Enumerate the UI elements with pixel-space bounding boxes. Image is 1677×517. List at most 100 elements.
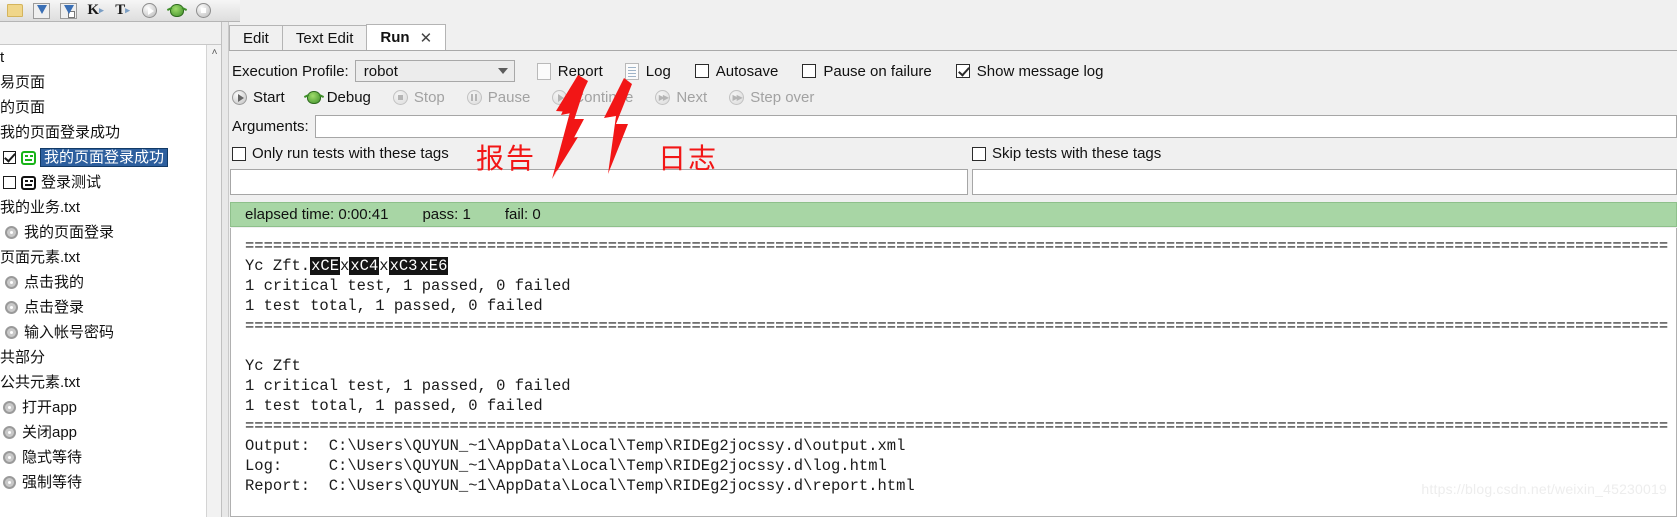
show-message-log-checkbox[interactable] <box>955 64 970 78</box>
test-checkbox[interactable] <box>3 151 16 164</box>
chevron-down-icon <box>497 68 508 74</box>
tree-item-label: 易页面 <box>0 74 46 91</box>
execution-profile-row: Execution Profile: robot Report Log Auto… <box>229 58 1677 84</box>
search-tag-icon[interactable]: T ▸ <box>110 1 135 20</box>
tree-item-label: 登录测试 <box>41 174 102 191</box>
tree-item-keyword[interactable]: 点击登录 <box>0 295 206 320</box>
execution-profile-label: Execution Profile: <box>232 62 349 80</box>
garbled-token: xC4 <box>349 257 380 275</box>
ride-run-window: K ▸ T ▸ t 易页面 的页面 我的页面登录成功 我的页面登录成功 登录测试… <box>0 0 1677 517</box>
play-circle-icon <box>232 90 247 105</box>
tree-item-label: 点击我的 <box>24 274 85 291</box>
tags-row: Only run tests with these tags Skip test… <box>229 140 1677 167</box>
scroll-up-icon[interactable]: ˄ <box>207 45 221 60</box>
tab-run[interactable]: Run ✕ <box>366 24 447 50</box>
gear-icon <box>3 476 16 489</box>
tree-item-label: 我的页面登录成功 <box>0 124 121 141</box>
tree-item[interactable]: 的页面 <box>0 95 206 120</box>
tree-item-keyword[interactable]: 强制等待 <box>0 470 206 495</box>
garbled-token: xE6 <box>418 257 449 275</box>
log-label: Log <box>645 62 671 80</box>
autosave-checkbox-item[interactable]: Autosave <box>694 63 778 80</box>
tree-item-label: 共部分 <box>0 349 46 366</box>
tree-item-selected-test[interactable]: 我的页面登录成功 <box>0 145 206 170</box>
tree-item-label: 的页面 <box>0 99 46 116</box>
start-icon[interactable] <box>137 1 162 20</box>
tree-item-keyword[interactable]: 打开app <box>0 395 206 420</box>
panel-gutter <box>222 22 229 517</box>
tag-fields-row <box>230 167 1677 197</box>
pause-circle-icon <box>466 90 482 105</box>
tree-item-label: 强制等待 <box>22 474 83 491</box>
editor-tabbar: Edit Text Edit Run ✕ <box>229 24 1677 51</box>
tree-item-label: t <box>0 49 5 66</box>
execution-profile-value: robot <box>363 62 398 80</box>
tree-item-label: 关闭app <box>22 424 78 441</box>
sidebar-scrollbar[interactable]: ˄ <box>206 45 221 517</box>
console-line-output-path: Output: C:\Users\QUYUN_~1\AppData\Local\… <box>245 437 906 455</box>
save-all-icon[interactable] <box>56 1 81 20</box>
tree-item-keyword[interactable]: 输入帐号密码 <box>0 320 206 345</box>
skip-tags-input[interactable] <box>972 169 1677 195</box>
tree-item[interactable]: 易页面 <box>0 70 206 95</box>
next-button[interactable]: ▶▶ Next <box>655 89 707 106</box>
debug-label: Debug <box>326 89 371 106</box>
tree-item[interactable]: 我的页面登录成功 <box>0 120 206 145</box>
show-message-log-checkbox-item[interactable]: Show message log <box>955 63 1104 80</box>
console-line-prefix: Yc Zft. <box>245 257 311 275</box>
run-status-bar: elapsed time: 0:00:41 pass: 1 fail: 0 <box>230 202 1677 227</box>
log-annotation-arrow <box>604 78 632 174</box>
tree-item[interactable]: t <box>0 45 206 70</box>
pause-on-failure-checkbox[interactable] <box>802 64 817 78</box>
pause-on-failure-label: Pause on failure <box>823 62 932 80</box>
tree-item-label: 我的页面登录成功 <box>39 148 169 167</box>
tree-item[interactable]: 共部分 <box>0 345 206 370</box>
tree-item-keyword[interactable]: 关闭app <box>0 420 206 445</box>
next-circle-icon: ▶▶ <box>655 90 671 105</box>
console-line: 1 critical test, 1 passed, 0 failed <box>245 377 571 395</box>
garbled-sep: x <box>379 257 389 275</box>
gear-icon <box>3 401 16 414</box>
debug-icon[interactable] <box>164 1 189 20</box>
skip-tags-checkbox-item[interactable]: Skip tests with these tags <box>972 145 1161 162</box>
log-page-icon <box>624 62 639 80</box>
console-line-garbled: Yc Zft.xCExxC4xxC3 xE6 <box>245 256 1676 276</box>
tab-edit[interactable]: Edit <box>229 25 283 50</box>
tree-item-keyword[interactable]: 我的页面登录 <box>0 220 206 245</box>
tree-item-label: 点击登录 <box>24 299 85 316</box>
pause-on-failure-checkbox-item[interactable]: Pause on failure <box>802 62 932 80</box>
tree-item-test[interactable]: 登录测试 <box>0 170 206 195</box>
console-line-report-path: Report: C:\Users\QUYUN_~1\AppData\Local\… <box>245 477 915 495</box>
next-label: Next <box>676 89 708 106</box>
only-run-tags-checkbox[interactable] <box>232 146 246 161</box>
execution-profile-select[interactable]: robot <box>354 60 515 82</box>
console-line: 1 test total, 1 passed, 0 failed <box>245 297 543 315</box>
stop-button[interactable]: Stop <box>392 89 445 106</box>
output-console[interactable]: ========================================… <box>230 228 1677 517</box>
pause-button[interactable]: Pause <box>466 89 530 106</box>
tab-label: Text Edit <box>295 29 354 47</box>
log-button[interactable]: Log <box>624 62 671 80</box>
tree-item[interactable]: 页面元素.txt <box>0 245 206 270</box>
test-checkbox[interactable] <box>3 176 16 189</box>
arguments-label: Arguments: <box>232 117 309 135</box>
close-icon[interactable]: ✕ <box>420 29 433 47</box>
search-keyword-icon[interactable]: K ▸ <box>83 1 108 20</box>
tree-item-keyword[interactable]: 隐式等待 <box>0 445 206 470</box>
debug-button[interactable]: Debug <box>306 89 371 106</box>
tree-item[interactable]: 公共元素.txt <box>0 370 206 395</box>
tree-item-keyword[interactable]: 点击我的 <box>0 270 206 295</box>
open-folder-icon[interactable] <box>2 1 27 20</box>
tab-text-edit[interactable]: Text Edit <box>281 25 368 50</box>
step-over-button[interactable]: ▶▶ Step over <box>729 89 814 106</box>
report-annotation-label: 报告 <box>476 142 537 175</box>
run-panel: Edit Text Edit Run ✕ Execution Profile: … <box>222 22 1677 517</box>
start-button[interactable]: Start <box>232 89 285 106</box>
skip-tags-checkbox[interactable] <box>972 146 986 161</box>
test-case-icon <box>21 175 36 190</box>
save-icon[interactable] <box>29 1 54 20</box>
autosave-checkbox[interactable] <box>694 64 709 78</box>
stop-icon[interactable] <box>191 1 216 20</box>
tree-item[interactable]: 我的业务.txt <box>0 195 206 220</box>
arguments-input[interactable] <box>314 114 1677 138</box>
